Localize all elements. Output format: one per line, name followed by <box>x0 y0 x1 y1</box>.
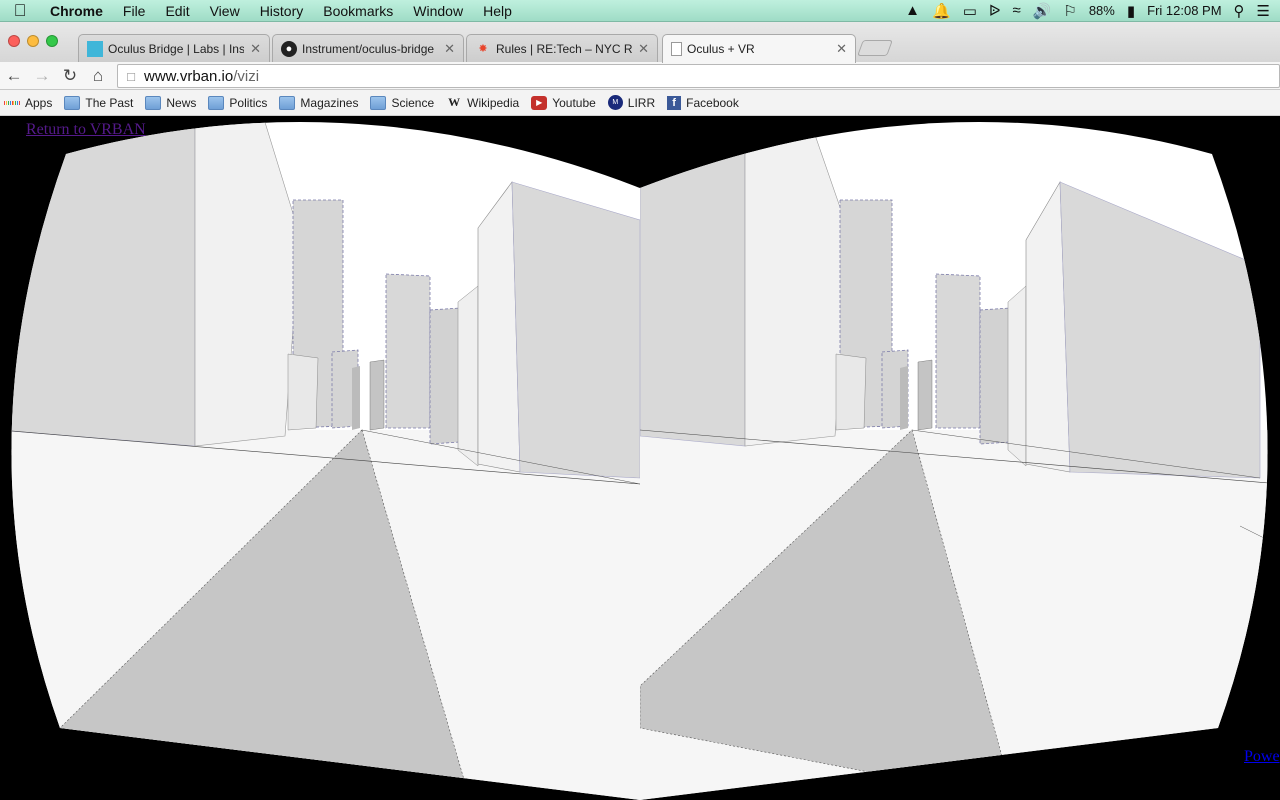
airplay-icon[interactable]: ▭ <box>963 2 977 20</box>
youtube-icon: ▶ <box>531 95 548 110</box>
battery-icon[interactable]: ▮ <box>1127 2 1135 20</box>
menu-file[interactable]: File <box>113 3 156 19</box>
close-tab-icon[interactable]: ✕ <box>444 41 455 57</box>
bookmark-wikipedia[interactable]: W Wikipedia <box>442 90 527 116</box>
window-controls <box>8 35 58 47</box>
close-tab-icon[interactable]: ✕ <box>250 41 261 57</box>
bookmark-label: Politics <box>229 95 268 110</box>
close-tab-icon[interactable]: ✕ <box>638 41 649 57</box>
retech-favicon-icon: ✸ <box>478 43 488 55</box>
home-icon[interactable]: ⌂ <box>84 66 112 86</box>
bookmark-folder-politics[interactable]: Politics <box>204 90 275 116</box>
github-favicon-icon: ● <box>281 40 297 57</box>
tab-oculus-bridge[interactable]: Oculus Bridge | Labs | Inst ✕ <box>78 34 270 62</box>
bookmark-label: Magazines <box>300 95 359 110</box>
bookmark-apps[interactable]: Apps <box>0 90 60 116</box>
address-bar[interactable]: □ www.vrban.io/vizi <box>117 64 1280 88</box>
spotlight-search-icon[interactable]: ⚲ <box>1234 2 1245 20</box>
powered-by-link[interactable]: Powe <box>1244 748 1280 766</box>
status-menus: ▲ 🔔 ▭ ᐉ ≈ 🔊 ⚐ 88% ▮ Fri 12:08 PM ⚲ ☰ <box>905 2 1280 20</box>
mta-icon: M <box>607 95 623 110</box>
folder-icon <box>279 95 296 110</box>
tab-title: Instrument/oculus-bridge <box>302 41 435 56</box>
page-icon: □ <box>127 68 135 84</box>
bookmark-label: The Past <box>85 95 134 110</box>
bookmark-label: Wikipedia <box>467 95 520 110</box>
bookmark-folder-science[interactable]: Science <box>366 90 442 116</box>
bookmark-facebook[interactable]: f Facebook <box>663 90 747 116</box>
tab-title: Oculus Bridge | Labs | Inst <box>108 41 245 56</box>
browser-toolbar: ← → ↻ ⌂ □ www.vrban.io/vizi <box>0 62 1280 90</box>
apps-grid-icon <box>4 96 21 110</box>
menu-app-chrome[interactable]: Chrome <box>40 3 113 19</box>
bluetooth-icon[interactable]: ᐉ <box>989 2 1001 20</box>
bookmark-folder-the-past[interactable]: The Past <box>60 90 141 116</box>
menu-edit[interactable]: Edit <box>155 3 199 19</box>
bookmark-lirr[interactable]: M LIRR <box>604 90 663 116</box>
menu-view[interactable]: View <box>200 3 250 19</box>
menu-bar:  Chrome File Edit View History Bookmark… <box>0 0 1280 22</box>
clock[interactable]: Fri 12:08 PM <box>1147 3 1221 18</box>
notification-bell-icon[interactable]: 🔔 <box>932 2 951 20</box>
volume-icon[interactable]: 🔊 <box>1033 2 1052 20</box>
return-to-vrban-link[interactable]: Return to VRBAN <box>26 121 146 139</box>
menu-window[interactable]: Window <box>403 3 473 19</box>
tab-retech[interactable]: ✸ Rules | RE:Tech – NYC Real ✕ <box>466 34 658 62</box>
apple-menu-icon[interactable]:  <box>0 1 40 21</box>
bookmark-label: Apps <box>25 95 53 110</box>
url-host: www.vrban.io <box>144 67 234 85</box>
left-eye-view <box>11 121 641 800</box>
wikipedia-icon: W <box>448 95 461 109</box>
bookmark-youtube[interactable]: ▶ Youtube <box>527 90 604 116</box>
right-eye-view <box>640 121 1268 800</box>
us-flag-icon[interactable]: ⚐ <box>1063 2 1076 20</box>
folder-icon <box>208 95 225 110</box>
vr-viewport[interactable]: Return to VRBAN Powe <box>0 116 1280 800</box>
tab-github[interactable]: ● Instrument/oculus-bridge ✕ <box>272 34 464 62</box>
tab-oculus-vr[interactable]: Oculus + VR ✕ <box>662 34 856 63</box>
bookmarks-bar: Apps The Past News Politics Magazines Sc… <box>0 90 1280 116</box>
bookmark-folder-news[interactable]: News <box>141 90 204 116</box>
wifi-icon[interactable]: ≈ <box>1012 2 1020 19</box>
menu-bookmarks[interactable]: Bookmarks <box>313 3 403 19</box>
instrument-favicon-icon <box>87 40 103 57</box>
facebook-icon: f <box>667 95 682 110</box>
bookmark-label: Science <box>391 95 435 110</box>
menu-history[interactable]: History <box>250 3 314 19</box>
folder-icon <box>370 95 387 110</box>
notification-center-icon[interactable]: ☰ <box>1257 2 1270 20</box>
back-arrow-icon[interactable]: ← <box>0 66 28 86</box>
close-window-button[interactable] <box>8 35 20 47</box>
folder-icon <box>145 95 162 110</box>
blank-page-favicon-icon <box>671 42 682 56</box>
url-path: /vizi <box>233 67 260 85</box>
stereo-scene <box>11 121 1268 800</box>
bookmark-label: LIRR <box>627 95 656 110</box>
tab-title: Rules | RE:Tech – NYC Real <box>496 41 633 56</box>
bookmark-label: Facebook <box>686 95 739 110</box>
bookmark-label: Youtube <box>552 95 596 110</box>
minimize-window-button[interactable] <box>27 35 39 47</box>
new-tab-button[interactable] <box>857 40 893 56</box>
bookmark-label: News <box>166 95 197 110</box>
zoom-window-button[interactable] <box>46 35 58 47</box>
folder-icon <box>64 95 81 110</box>
forward-arrow-icon[interactable]: → <box>28 66 56 86</box>
bookmark-folder-magazines[interactable]: Magazines <box>275 90 366 116</box>
tab-title: Oculus + VR <box>687 42 755 56</box>
menu-help[interactable]: Help <box>473 3 522 19</box>
google-drive-icon[interactable]: ▲ <box>905 2 920 19</box>
close-tab-icon[interactable]: ✕ <box>836 41 847 57</box>
battery-percent[interactable]: 88% <box>1089 3 1115 18</box>
tab-strip: Oculus Bridge | Labs | Inst ✕ ● Instrume… <box>0 22 1280 63</box>
reload-icon[interactable]: ↻ <box>56 66 84 86</box>
